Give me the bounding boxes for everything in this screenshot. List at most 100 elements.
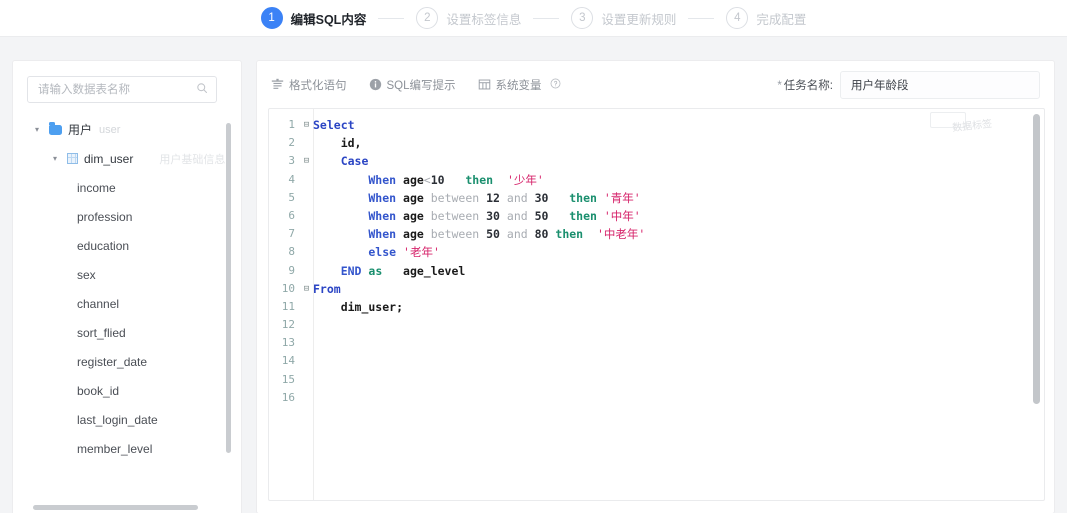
line-number: 9 — [288, 263, 295, 277]
field-label: profession — [77, 209, 133, 224]
line-number: 3 — [288, 154, 295, 168]
sidebar-vertical-scrollbar[interactable] — [226, 123, 231, 453]
system-variables-button[interactable]: 系统变量 — [478, 77, 561, 93]
task-name-input[interactable] — [840, 70, 1040, 99]
code-token: age_level — [389, 263, 466, 278]
code-token: age — [403, 172, 424, 187]
fold-toggle-icon[interactable]: ⊟ — [300, 152, 313, 170]
system-variables-label: 系统变量 — [495, 79, 542, 92]
chevron-down-icon[interactable]: ▾ — [53, 154, 64, 163]
sql-task-editor-page: 1 编辑SQL内容 2 设置标签信息 3 设置更新规则 4 完成配置 ▾ — [0, 0, 1067, 513]
tree-node-field[interactable]: member_level — [13, 434, 241, 463]
tree-node-field[interactable]: sort_flied — [13, 318, 241, 347]
sql-code-editor[interactable]: 1 ⊟ Select 2 id, 3 ⊟ Case 4 When age<10 then '… — [268, 108, 1045, 501]
code-line: 15 — [269, 371, 1044, 389]
fold-toggle-icon[interactable]: ⊟ — [300, 116, 313, 134]
line-number: 16 — [281, 390, 295, 404]
table-field-list: income profession education sex channel sort_… — [13, 173, 241, 463]
tree-node-table[interactable]: ▾ dim_user 用户基础信息 — [13, 144, 241, 173]
wizard-step-2[interactable]: 2 设置标签信息 — [416, 7, 521, 29]
wizard-step-3[interactable]: 3 设置更新规则 — [571, 7, 676, 29]
format-sql-button[interactable]: 格式化语句 — [271, 77, 347, 93]
step-label: 完成配置 — [756, 12, 807, 27]
fold-toggle-icon[interactable]: ⊟ — [300, 280, 313, 298]
code-line: 14 — [269, 352, 1044, 370]
line-number: 11 — [281, 299, 295, 313]
content-area: ▾ 用户 user ▾ dim_user 用户基础信息 income profes… — [0, 36, 1067, 513]
step-number-badge: 3 — [571, 7, 594, 29]
field-label: sex — [77, 267, 96, 282]
search-icon[interactable] — [196, 82, 208, 97]
tree-node-field[interactable]: last_login_date — [13, 405, 241, 434]
code-line: 4 When age<10 then '少年' — [269, 171, 1044, 189]
code-token: age — [403, 208, 424, 223]
step-label: 设置更新规则 — [601, 12, 677, 27]
tree-node-folder[interactable]: ▾ 用户 user — [13, 115, 241, 144]
folder-label: 用户 — [68, 123, 93, 137]
editor-vertical-scrollbar[interactable] — [1033, 114, 1040, 404]
code-token: Select — [313, 118, 355, 132]
sidebar-horizontal-scrollbar[interactable] — [33, 505, 198, 510]
code-token: '中年' — [603, 208, 641, 223]
help-icon[interactable] — [550, 78, 561, 92]
tree-node-field[interactable]: profession — [13, 202, 241, 231]
code-token: and — [499, 227, 535, 242]
code-text: else '老年' — [313, 243, 1044, 261]
code-token: '中老年' — [596, 227, 646, 242]
code-line: 5 When age between 12 and 30 then '青年' — [269, 189, 1044, 207]
code-token: From — [313, 281, 341, 296]
line-number: 5 — [288, 190, 295, 204]
step-separator — [533, 17, 560, 19]
tree-node-field[interactable]: register_date — [13, 347, 241, 376]
search-input[interactable] — [36, 82, 196, 97]
table-grid-icon — [478, 78, 491, 91]
code-line: 7 When age between 50 and 80 then '中老年' — [269, 225, 1044, 243]
format-icon — [271, 78, 284, 91]
code-token: 12 — [486, 190, 500, 205]
code-line: 3 ⊟ Case — [269, 152, 1044, 170]
editor-toolbar: 格式化语句 SQL编写提示 系统变量 * 任务名称: 用户年龄段 — [257, 61, 1054, 108]
table-label: dim_user — [84, 151, 134, 166]
folder-icon — [49, 121, 62, 135]
sql-hint-label: SQL编写提示 — [386, 79, 456, 92]
code-text: When age between 12 and 30 then '青年' — [313, 189, 1044, 207]
chevron-down-icon[interactable]: ▾ — [35, 125, 46, 134]
code-text: Case — [313, 152, 1044, 170]
code-token: When — [313, 208, 404, 223]
code-line: 13 — [269, 334, 1044, 352]
tree-node-field[interactable]: book_id — [13, 376, 241, 405]
step-number-badge: 4 — [726, 7, 749, 29]
tree-node-field[interactable]: education — [13, 231, 241, 260]
field-label: register_date — [77, 354, 148, 369]
tree-node-field[interactable]: sex — [13, 260, 241, 289]
code-token: 30 — [486, 208, 500, 223]
sql-hint-button[interactable]: SQL编写提示 — [369, 77, 456, 93]
line-number: 8 — [288, 245, 295, 259]
line-number: 2 — [288, 136, 295, 150]
code-line: 9 END as age_level — [269, 262, 1044, 280]
code-token: age — [403, 190, 424, 205]
code-text: id, — [313, 134, 1044, 152]
code-token: When — [313, 172, 404, 187]
table-description: 用户基础信息 — [159, 153, 226, 166]
wizard-step-4[interactable]: 4 完成配置 — [726, 7, 806, 29]
table-tree-sidebar: ▾ 用户 user ▾ dim_user 用户基础信息 income profes… — [12, 60, 242, 513]
field-label: last_login_date — [77, 412, 158, 427]
search-table-field[interactable] — [27, 76, 217, 103]
field-label: income — [77, 180, 116, 195]
task-name-label-text: 任务名称: — [783, 79, 833, 92]
code-lines: 1 ⊟ Select 2 id, 3 ⊟ Case 4 When age<10 then '… — [269, 116, 1044, 407]
tree-node-field[interactable]: channel — [13, 289, 241, 318]
field-label: member_level — [77, 441, 153, 456]
search-box[interactable] — [27, 76, 217, 103]
wizard-step-1[interactable]: 1 编辑SQL内容 — [260, 7, 366, 29]
task-name-label: * 任务名称: — [777, 77, 833, 93]
tree-node-field[interactable]: income — [13, 173, 241, 202]
field-label: education — [77, 238, 130, 253]
line-number: 1 — [288, 118, 295, 131]
code-text: When age between 30 and 50 then '中年' — [313, 207, 1044, 225]
folder-alias: user — [99, 123, 121, 136]
